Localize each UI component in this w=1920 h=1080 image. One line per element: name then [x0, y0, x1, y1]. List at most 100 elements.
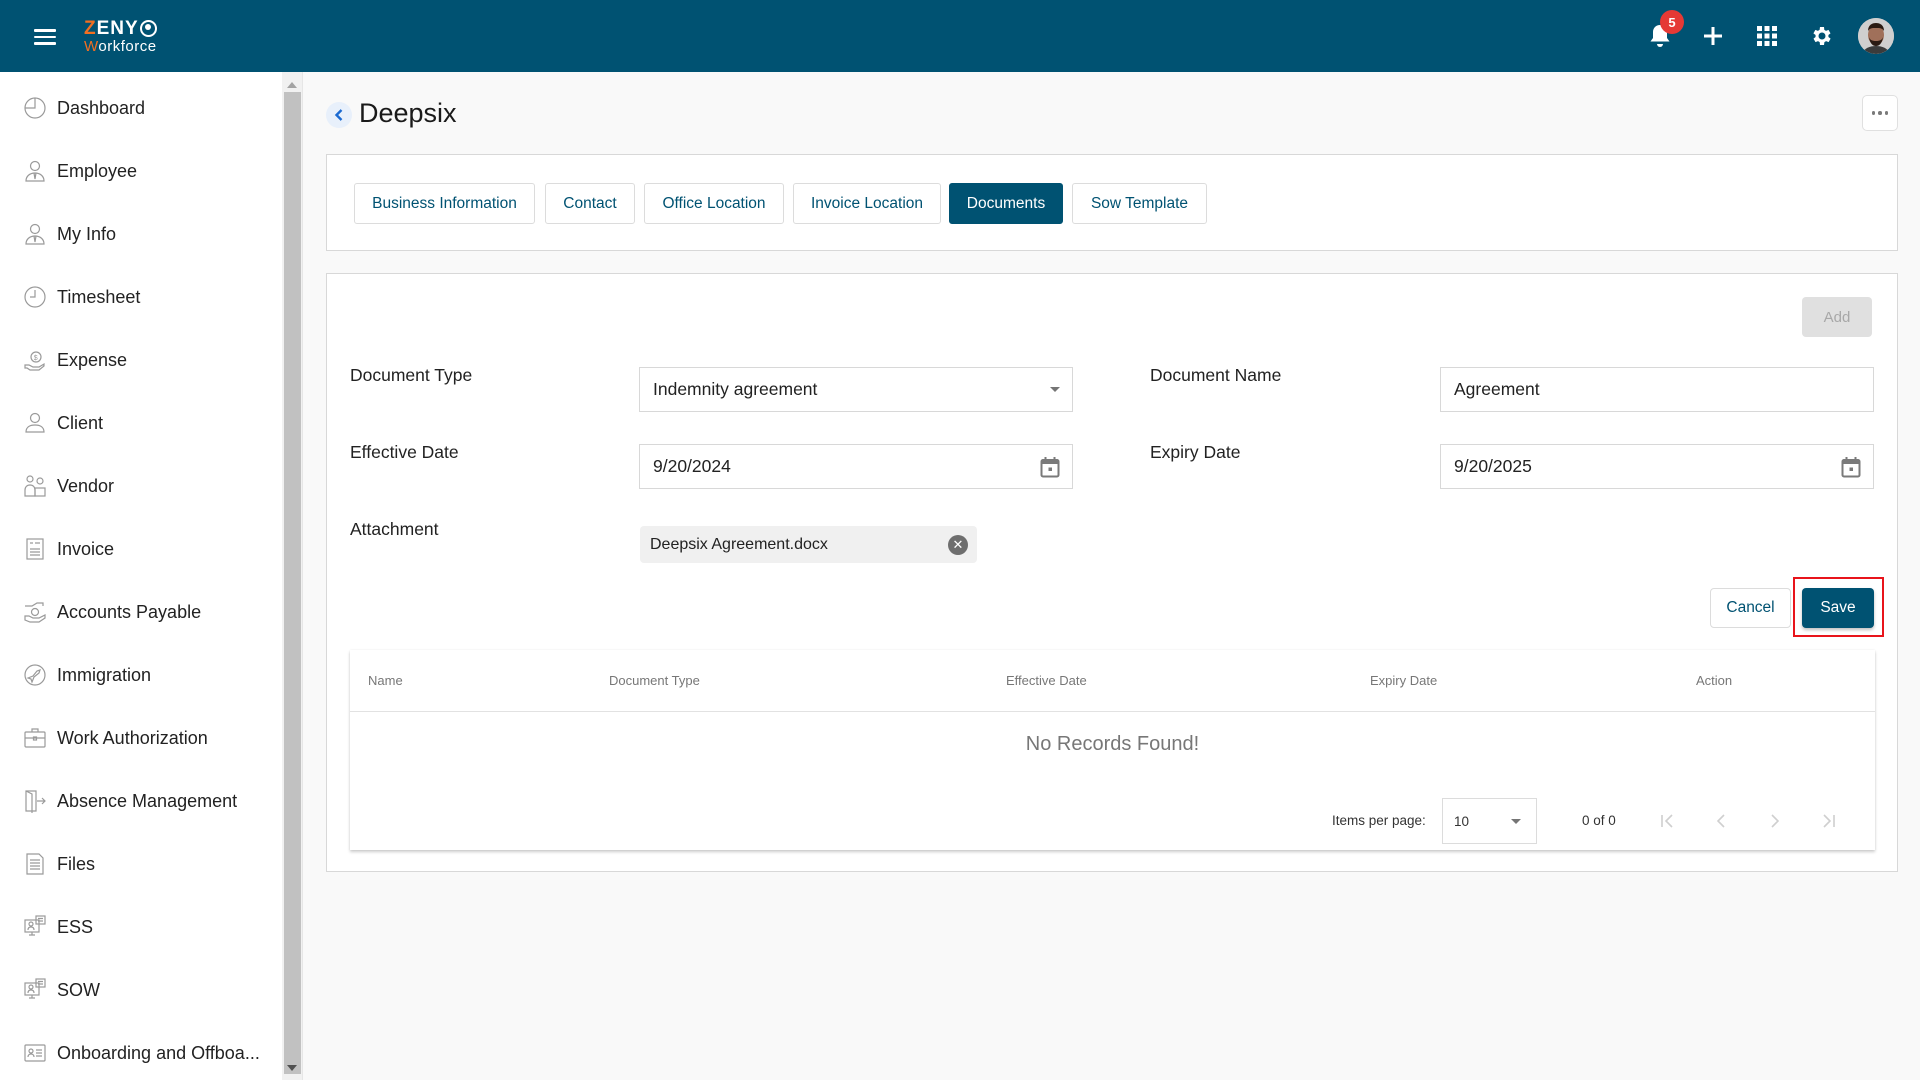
scrollbar-thumb[interactable] — [284, 92, 301, 1074]
sidebar-item-label: Work Authorization — [57, 727, 208, 748]
sidebar-item-files[interactable]: Files — [0, 839, 282, 889]
attachment-label: Attachment — [350, 519, 439, 539]
document-type-select[interactable]: Indemnity agreement — [639, 367, 1073, 412]
top-navbar: Z ENY Workforce 5 — [0, 0, 1920, 72]
add-button[interactable]: Add — [1802, 297, 1872, 337]
chevron-left-icon — [334, 109, 343, 121]
sidebar-item-label: ESS — [57, 916, 94, 937]
my-info-icon — [23, 222, 47, 246]
tabs-card: Business Information Contact Office Loca… — [326, 154, 1898, 251]
page-range-label: 0 of 0 — [1582, 813, 1616, 828]
sidebar-item-onboarding[interactable]: Onboarding and Offboa... — [0, 1028, 282, 1078]
scroll-down-arrow-icon[interactable] — [287, 1065, 297, 1071]
sidebar-item-accounts-payable[interactable]: Accounts Payable — [0, 587, 282, 637]
app-logo[interactable]: Z ENY Workforce — [84, 19, 157, 54]
immigration-icon — [23, 663, 47, 687]
sidebar-item-timesheet[interactable]: Timesheet — [0, 272, 282, 322]
dropdown-arrow-icon — [1050, 368, 1060, 411]
client-icon — [23, 411, 47, 435]
next-page-icon[interactable] — [1763, 809, 1787, 833]
sidebar-item-expense[interactable]: $ Expense — [0, 335, 282, 385]
effective-date-label: Effective Date — [350, 442, 459, 462]
sidebar-item-invoice[interactable]: Invoice — [0, 524, 282, 574]
plus-icon[interactable] — [1699, 22, 1727, 50]
last-page-icon[interactable] — [1817, 809, 1841, 833]
sidebar-item-absence-management[interactable]: Absence Management — [0, 776, 282, 826]
page-title: Deepsix — [359, 98, 457, 128]
first-page-icon[interactable] — [1655, 809, 1679, 833]
back-button[interactable] — [326, 102, 352, 128]
accounts-payable-icon — [23, 600, 47, 624]
column-header-expiry-date[interactable]: Expiry Date — [1370, 673, 1437, 688]
dropdown-arrow-icon — [1511, 819, 1521, 824]
cancel-button[interactable]: Cancel — [1710, 588, 1791, 628]
sidebar-scrollbar[interactable] — [282, 72, 302, 1080]
id-card-icon — [23, 1041, 47, 1065]
document-type-label: Document Type — [350, 365, 473, 385]
tab-office-location[interactable]: Office Location — [644, 183, 784, 224]
user-avatar[interactable] — [1858, 18, 1894, 54]
logo-text-orkforce: orkforce — [98, 38, 157, 55]
sidebar-item-label: Files — [57, 853, 96, 874]
document-name-label: Document Name — [1150, 365, 1282, 385]
sidebar-item-label: Accounts Payable — [57, 601, 202, 622]
expense-icon: $ — [23, 348, 47, 372]
column-header-action: Action — [1696, 673, 1733, 688]
tab-contact[interactable]: Contact — [545, 183, 635, 224]
gear-icon[interactable] — [1807, 22, 1835, 50]
tab-invoice-location[interactable]: Invoice Location — [793, 183, 941, 224]
document-name-value: Agreement — [1454, 379, 1540, 399]
vendor-icon — [23, 474, 47, 498]
sidebar-item-label: Vendor — [57, 475, 115, 496]
sidebar-item-label: Expense — [57, 349, 128, 370]
sidebar-item-label: SOW — [57, 979, 100, 1000]
tab-sow-template[interactable]: Sow Template — [1072, 183, 1207, 224]
logo-letter-w: W — [84, 38, 99, 55]
ess-icon — [23, 915, 47, 939]
sidebar-item-client[interactable]: Client — [0, 398, 282, 448]
svg-text:$: $ — [34, 355, 38, 362]
sidebar-item-employee[interactable]: Employee — [0, 146, 282, 196]
attachment-chip: Deepsix Agreement.docx ✕ — [640, 526, 977, 563]
sidebar-item-vendor[interactable]: Vendor — [0, 461, 282, 511]
sidebar-item-label: Absence Management — [57, 790, 238, 811]
file-icon — [23, 852, 47, 876]
remove-attachment-icon[interactable]: ✕ — [948, 535, 968, 555]
sidebar-item-label: Timesheet — [57, 286, 141, 307]
door-exit-icon — [23, 789, 47, 813]
briefcase-icon — [23, 726, 47, 750]
items-per-page-select[interactable]: 10 — [1442, 798, 1537, 844]
sidebar-item-my-info[interactable]: My Info — [0, 209, 282, 259]
more-options-button[interactable] — [1862, 95, 1898, 131]
sidebar-item-dashboard[interactable]: Dashboard — [0, 83, 282, 133]
sidebar-item-immigration[interactable]: Immigration — [0, 650, 282, 700]
column-header-effective-date[interactable]: Effective Date — [1006, 673, 1087, 688]
attachment-filename: Deepsix Agreement.docx — [650, 535, 828, 553]
column-header-name[interactable]: Name — [368, 673, 403, 688]
expiry-date-input[interactable]: 9/20/2025 — [1440, 444, 1874, 489]
sidebar-item-label: Client — [57, 412, 104, 433]
sidebar-item-label: Onboarding and Offboa... — [57, 1042, 260, 1063]
invoice-icon — [23, 537, 47, 561]
apps-grid-icon[interactable] — [1753, 22, 1781, 50]
scroll-up-arrow-icon[interactable] — [287, 82, 297, 88]
column-header-document-type[interactable]: Document Type — [609, 673, 700, 688]
effective-date-value: 9/20/2024 — [653, 456, 731, 476]
menu-icon[interactable] — [34, 29, 56, 45]
table-header-row: Name Document Type Effective Date Expiry… — [350, 650, 1875, 712]
expiry-date-label: Expiry Date — [1150, 442, 1241, 462]
save-button[interactable]: Save — [1802, 588, 1874, 628]
sidebar-item-ess[interactable]: ESS — [0, 902, 282, 952]
previous-page-icon[interactable] — [1709, 809, 1733, 833]
tab-business-information[interactable]: Business Information — [354, 183, 535, 224]
items-per-page-value: 10 — [1454, 813, 1470, 829]
dashboard-icon — [23, 96, 47, 120]
tab-documents[interactable]: Documents — [949, 183, 1063, 224]
sow-icon — [23, 978, 47, 1002]
calendar-icon[interactable] — [1841, 445, 1861, 488]
effective-date-input[interactable]: 9/20/2024 — [639, 444, 1073, 489]
sidebar-item-sow[interactable]: SOW — [0, 965, 282, 1015]
sidebar-item-work-authorization[interactable]: Work Authorization — [0, 713, 282, 763]
calendar-icon[interactable] — [1040, 445, 1060, 488]
document-name-input[interactable]: Agreement — [1440, 367, 1874, 412]
